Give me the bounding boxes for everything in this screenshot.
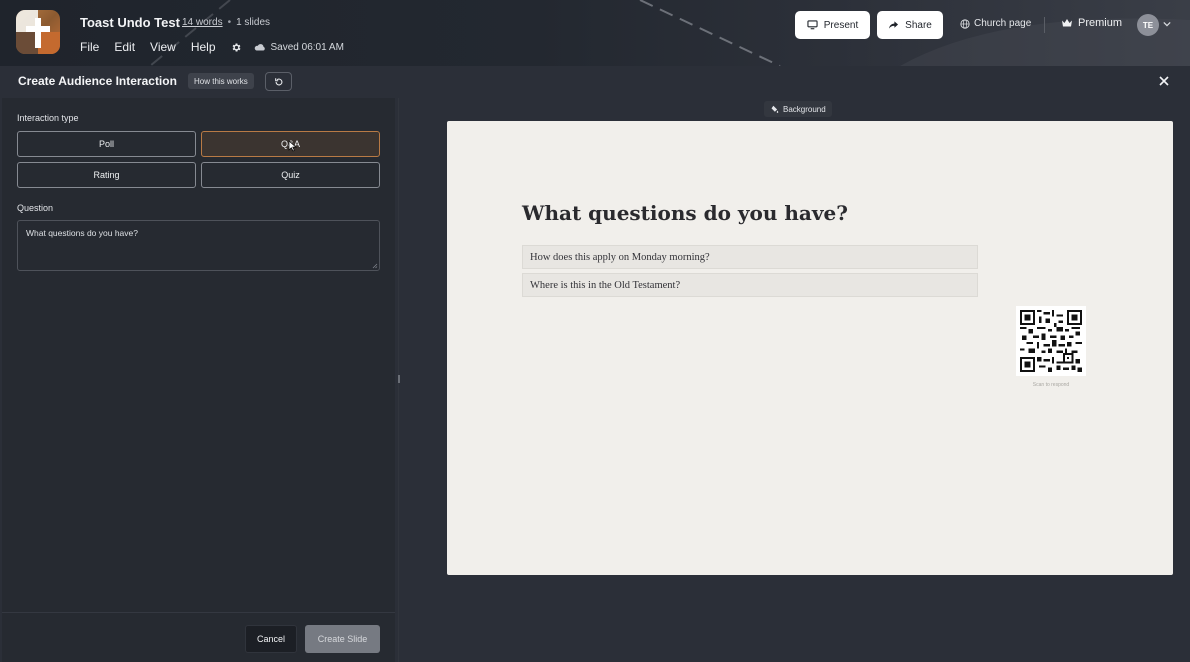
type-rating-button[interactable]: Rating xyxy=(17,162,196,188)
slide-preview[interactable]: What questions do you have? How does thi… xyxy=(447,121,1173,575)
undo-icon xyxy=(274,77,282,85)
monitor-icon xyxy=(807,20,818,30)
page-title: Create Audience Interaction xyxy=(18,74,177,88)
menu-edit[interactable]: Edit xyxy=(114,40,135,54)
crown-icon xyxy=(1062,19,1072,27)
header-divider xyxy=(1044,17,1045,33)
panel-footer: Cancel Create Slide xyxy=(2,612,395,662)
church-page-link[interactable]: Church page xyxy=(960,18,1031,29)
menu-view[interactable]: View xyxy=(150,40,176,54)
present-label: Present xyxy=(823,19,859,31)
reset-button[interactable] xyxy=(265,72,292,91)
interaction-type-label: Interaction type xyxy=(17,113,79,123)
word-count[interactable]: 14 words xyxy=(182,17,223,28)
paint-bucket-icon xyxy=(771,105,779,113)
church-page-label: Church page xyxy=(974,18,1032,29)
saved-text: Saved 06:01 AM xyxy=(270,41,344,53)
interaction-header: Create Audience Interaction How this wor… xyxy=(0,66,1190,98)
app-logo[interactable] xyxy=(16,10,60,54)
create-slide-button[interactable]: Create Slide xyxy=(305,625,380,653)
interaction-settings-panel: Interaction type Poll Q&A Rating Quiz Qu… xyxy=(2,98,395,662)
question-text: What questions do you have? xyxy=(26,228,138,238)
premium-label: Premium xyxy=(1078,17,1123,29)
slide-title: What questions do you have? xyxy=(522,201,848,225)
question-input[interactable]: What questions do you have? xyxy=(17,220,380,271)
answer-item: Where is this in the Old Testament? xyxy=(522,273,978,297)
mouse-cursor-icon xyxy=(288,140,297,152)
qr-code xyxy=(1016,306,1086,376)
document-meta: 14 words • 1 slides xyxy=(182,17,270,28)
resize-grip-icon[interactable] xyxy=(372,263,378,269)
panel-resize-handle[interactable] xyxy=(395,98,403,662)
close-icon[interactable] xyxy=(1159,76,1169,86)
meta-separator: • xyxy=(227,17,232,28)
type-poll-button[interactable]: Poll xyxy=(17,131,196,157)
menu-file[interactable]: File xyxy=(80,40,99,54)
slide-count: 1 slides xyxy=(236,17,270,28)
question-label: Question xyxy=(17,203,54,213)
chevron-down-icon[interactable] xyxy=(1163,21,1171,27)
background-button[interactable]: Background xyxy=(764,101,832,117)
save-status: Saved 06:01 AM xyxy=(254,42,344,53)
background-label: Background xyxy=(783,104,826,114)
qr-code-graphic xyxy=(1020,310,1082,372)
type-quiz-button[interactable]: Quiz xyxy=(201,162,380,188)
premium-button[interactable]: Premium xyxy=(1061,17,1122,29)
share-button[interactable]: Share xyxy=(877,11,943,39)
present-button[interactable]: Present xyxy=(795,11,870,39)
header-decoration xyxy=(149,0,1190,66)
share-arrow-icon xyxy=(889,21,899,29)
avatar[interactable]: TE xyxy=(1137,14,1159,36)
answer-item: How does this apply on Monday morning? xyxy=(522,245,978,269)
menu-help[interactable]: Help xyxy=(191,40,216,54)
top-bar: Toast Undo Test 14 words • 1 slides File… xyxy=(0,0,1190,66)
cancel-button[interactable]: Cancel xyxy=(245,625,297,653)
menu-bar: File Edit View Help Saved 06:01 AM xyxy=(80,40,344,54)
qr-caption: Scan to respond xyxy=(1032,382,1070,388)
cloud-icon xyxy=(254,43,265,50)
gear-icon[interactable] xyxy=(231,42,242,53)
globe-icon xyxy=(960,18,970,29)
share-label: Share xyxy=(905,19,932,31)
how-this-works-button[interactable]: How this works xyxy=(188,73,254,89)
document-title[interactable]: Toast Undo Test xyxy=(80,15,180,30)
